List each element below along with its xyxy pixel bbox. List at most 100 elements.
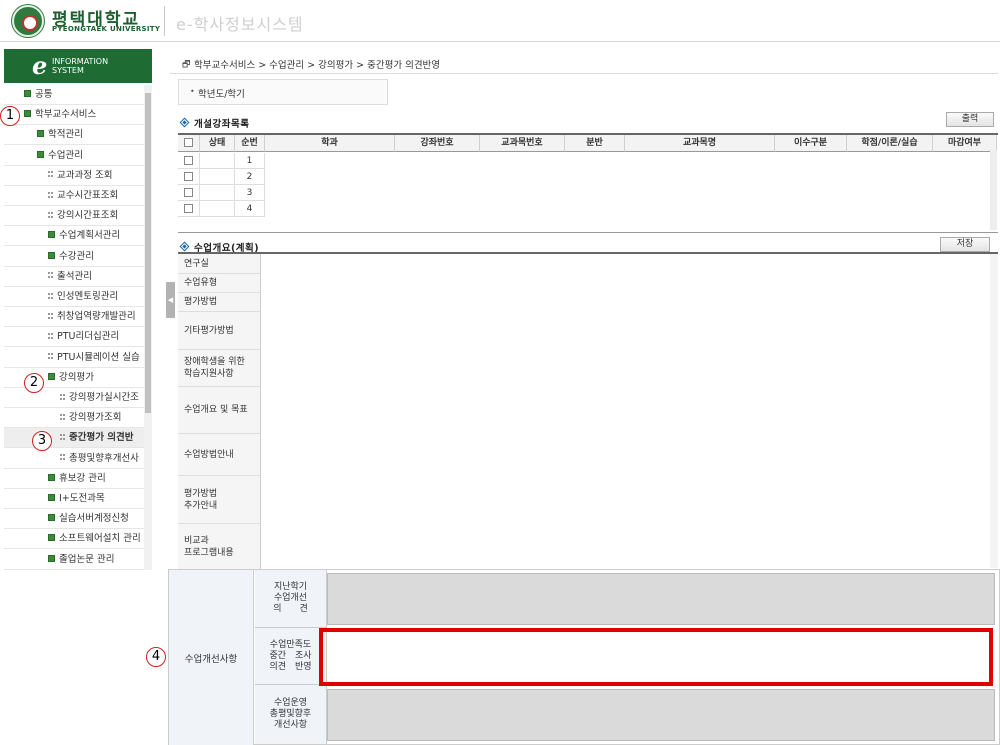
column-header[interactable]: 학과 <box>265 135 395 152</box>
syllabus-field-label: 수업방법안내 <box>178 434 261 476</box>
syllabus-field-label: 수업개요 및 목표 <box>178 387 261 434</box>
sidebar-item[interactable]: 총평및향후개선사 <box>4 449 144 469</box>
header-divider <box>164 6 165 36</box>
sidebar-item[interactable]: 출석관리 <box>4 267 144 287</box>
logo-english-name[interactable]: PYEONGTAEK UNIVERSITY <box>52 25 160 33</box>
improvement-label: 수업개선사항 <box>169 570 254 745</box>
header: 평택대학교 PYEONGTAEK UNIVERSITY e-학사정보시스템 <box>0 0 1000 42</box>
sequence-cell: 3 <box>235 185 265 201</box>
sidebar-item[interactable]: 수업관리 <box>4 146 144 166</box>
menu-folder-icon <box>48 494 55 501</box>
column-header[interactable]: 교과목명 <box>625 135 775 152</box>
sidebar-item-label: 강의시간표조회 <box>57 210 119 222</box>
section-diamond-icon <box>179 241 190 252</box>
status-cell <box>200 201 235 217</box>
university-seal-logo[interactable] <box>12 5 44 37</box>
row-select-cell[interactable] <box>178 185 200 201</box>
menu-dot-icon <box>48 171 53 178</box>
sidebar-item[interactable]: 실습서버계정신청 <box>4 509 144 530</box>
column-header[interactable]: 마감여부 <box>933 135 997 152</box>
sidebar-item[interactable]: 교과과정 조회 <box>4 166 144 186</box>
table-row[interactable]: 4 <box>178 201 265 217</box>
menu-dot-icon <box>60 413 65 420</box>
sidebar-item[interactable]: 인성멘토링관리 <box>4 287 144 307</box>
row-select-cell[interactable] <box>178 169 200 185</box>
improvement-textarea[interactable] <box>327 573 995 625</box>
table-row[interactable]: 2 <box>178 169 265 185</box>
sidebar-item-label: 중간평가 의견반 <box>69 432 134 444</box>
syllabus-scrollbar[interactable] <box>990 254 998 568</box>
sequence-cell: 1 <box>235 153 265 169</box>
menu-folder-icon <box>48 534 55 542</box>
column-header[interactable]: 순번 <box>235 135 265 152</box>
sidebar-item-label: 강의평가실시간조 <box>69 392 139 403</box>
menu-folder-icon <box>48 514 55 522</box>
select-all-checkbox[interactable] <box>184 138 193 147</box>
save-button[interactable]: 저장 <box>940 237 990 252</box>
callout-marker: 3 <box>32 431 52 451</box>
sidebar-item-label: PTU리더십관리 <box>57 331 120 343</box>
improvement-textarea[interactable] <box>327 689 995 741</box>
sidebar-item-label: 휴보강 관리 <box>59 472 106 484</box>
sidebar-item[interactable]: 취창업역량개발관리 <box>4 307 144 328</box>
sidebar-item[interactable]: I+도전과목 <box>4 489 144 509</box>
row-checkbox[interactable] <box>184 204 193 213</box>
select-all-header[interactable] <box>178 135 200 152</box>
row-checkbox[interactable] <box>184 172 193 181</box>
row-checkbox[interactable] <box>184 156 193 165</box>
row-select-cell[interactable] <box>178 153 200 169</box>
callout-marker: 1 <box>0 106 20 126</box>
sidebar-item[interactable]: 강의평가실시간조 <box>4 388 144 408</box>
sidebar-item[interactable]: 강의시간표조회 <box>4 206 144 227</box>
sidebar-item[interactable]: 휴보강 관리 <box>4 469 144 489</box>
highlight-box <box>319 628 993 686</box>
collapse-sidebar-button[interactable]: ◀ <box>166 282 175 318</box>
sidebar-item-label: I+도전과목 <box>59 493 105 504</box>
sidebar-scrollbar[interactable] <box>144 85 152 570</box>
sidebar-item[interactable]: 학부교수서비스 <box>4 105 144 126</box>
syllabus-field-label: 장애학생을 위한 학습지원사항 <box>178 350 261 387</box>
sidebar-item[interactable]: 중간평가 의견반 <box>4 428 144 449</box>
sidebar-item[interactable]: 소프트웨어설치 관리 <box>4 529 144 550</box>
banner-line-1: INFORMATION <box>52 57 109 66</box>
sidebar-item[interactable]: PTU리더십관리 <box>4 327 144 348</box>
print-button[interactable]: 출력 <box>946 112 994 127</box>
breadcrumb-divider <box>170 73 998 74</box>
sidebar-item[interactable]: 공통 <box>4 85 144 105</box>
course-table-scrollbar[interactable] <box>990 150 997 230</box>
breadcrumb-icon: 🗗 <box>182 60 191 70</box>
sidebar-item[interactable]: 수강관리 <box>4 247 144 267</box>
column-header[interactable]: 상태 <box>200 135 235 152</box>
sidebar-nav: 공통 학부교수서비스 학적관리 수업관리 교과과정 조회교수시간표조회강의시간표조회수업… <box>4 85 144 570</box>
sidebar-item-label: 취창업역량개발관리 <box>57 311 136 323</box>
column-header[interactable]: 교과목번호 <box>480 135 565 152</box>
sequence-cell: 4 <box>235 201 265 217</box>
sidebar-item-label: PTU시뮬레이션 실습 <box>57 351 140 363</box>
course-table: 상태 순번 학과 강좌번호 교과목번호 분반 교과목명 이수구분 학점/이론/실습 마감여부 1 2 3… <box>178 133 998 233</box>
column-header[interactable]: 분반 <box>565 135 625 152</box>
column-header[interactable]: 학점/이론/실습 <box>847 135 933 152</box>
sidebar-scrollbar-thumb[interactable] <box>145 93 151 413</box>
column-header[interactable]: 이수구분 <box>775 135 847 152</box>
column-header[interactable]: 강좌번호 <box>395 135 480 152</box>
banner-text: INFORMATION SYSTEM <box>52 57 108 75</box>
sidebar-item[interactable]: 교수시간표조회 <box>4 186 144 206</box>
syllabus-content-area[interactable] <box>262 254 998 570</box>
sidebar-item[interactable]: 수업계획서관리 <box>4 226 144 247</box>
callout-marker: 2 <box>24 373 44 393</box>
syllabus-field-label: 평가방법 추가안내 <box>178 476 261 524</box>
table-row[interactable]: 3 <box>178 185 265 201</box>
menu-dot-icon <box>48 292 53 299</box>
sidebar-item[interactable]: PTU시뮬레이션 실습 <box>4 348 144 368</box>
improvement-row-label: 수업만족도 중간 조사 의견 반영 <box>255 628 327 685</box>
sidebar-item[interactable]: 학적관리 <box>4 125 144 146</box>
sidebar-item[interactable]: 강의평가조회 <box>4 408 144 429</box>
table-row[interactable]: 1 <box>178 153 265 169</box>
sidebar-item-label: 강의평가 <box>59 371 94 383</box>
sidebar-item-label: 졸업논문 관리 <box>59 553 115 565</box>
menu-dot-icon <box>48 353 53 360</box>
row-select-cell[interactable] <box>178 201 200 217</box>
row-checkbox[interactable] <box>184 188 193 197</box>
sidebar-item[interactable]: 졸업논문 관리 <box>4 550 144 570</box>
sidebar-item-label: 교수시간표조회 <box>57 190 119 201</box>
